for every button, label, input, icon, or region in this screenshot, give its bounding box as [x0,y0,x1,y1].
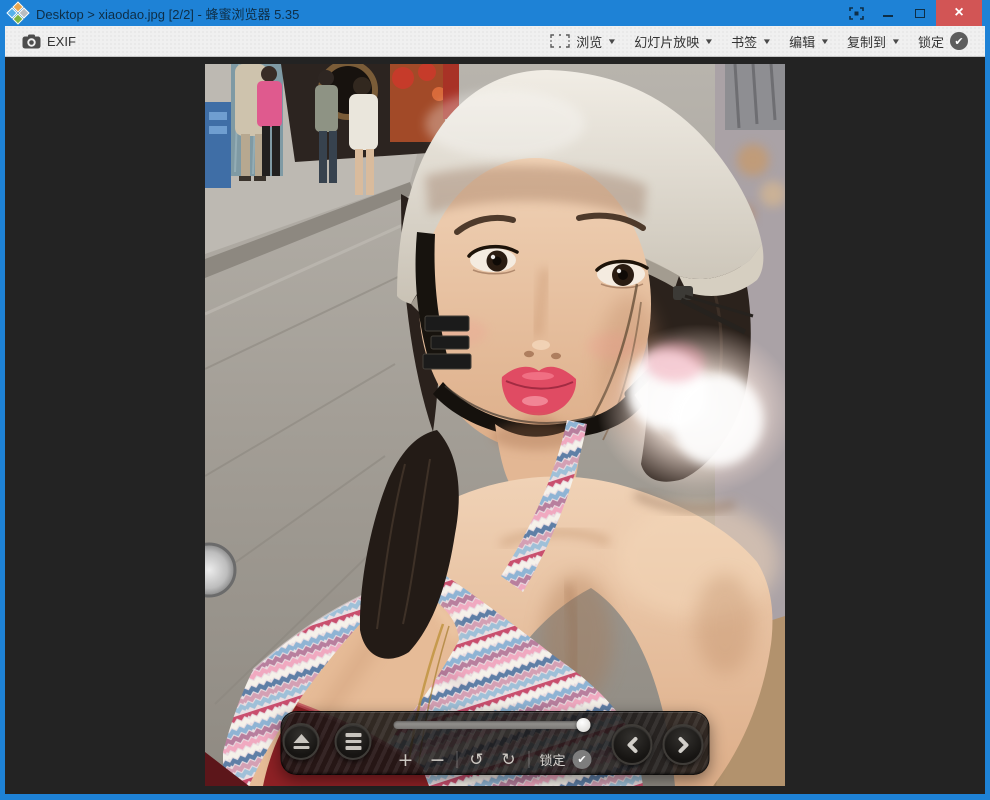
image-viewer-area: + − ↺ ↻ 锁定 ✔ [5,57,985,794]
open-file-button[interactable] [283,723,320,760]
menu-copy-to-label: 复制到 [847,32,886,51]
next-image-button[interactable] [663,724,704,765]
bar-lock-label: 锁定 [540,750,566,769]
maximize-icon [915,9,925,18]
menu-edit-label: 编辑 [789,32,815,51]
main-menu-button[interactable] [335,723,372,760]
check-icon: ✔ [573,750,592,769]
titlebar[interactable]: Desktop > xiaodao.jpg [2/2] - 蜂蜜浏览器 5.35… [0,0,990,26]
menu-browse[interactable]: 浏览 ▼ [543,29,623,54]
window-frame: EXIF 浏览 ▼ 幻灯片放映 ▼ 书签 ▼ [0,26,990,800]
app-window: Desktop > xiaodao.jpg [2/2] - 蜂蜜浏览器 5.35… [0,0,990,800]
window-title: Desktop > xiaodao.jpg [2/2] - 蜂蜜浏览器 5.35 [36,4,832,23]
caret-down-icon: ▼ [607,37,617,46]
toolbar: EXIF 浏览 ▼ 幻灯片放映 ▼ 书签 ▼ [5,26,985,57]
photo-image [205,64,785,786]
divider [457,751,458,768]
fullscreen-button[interactable] [840,0,872,26]
toolbar-lock-toggle[interactable]: 锁定 ✔ [911,29,975,54]
caret-down-icon: ▼ [820,37,830,46]
menu-slideshow[interactable]: 幻灯片放映 ▼ [627,29,720,54]
zoom-slider-track[interactable] [394,721,590,729]
check-icon: ✔ [950,32,968,50]
zoom-slider-thumb[interactable] [577,718,591,732]
rotate-cw-button[interactable]: ↻ [497,749,521,771]
exif-button[interactable]: EXIF [15,31,83,52]
viewport-icon [550,34,570,48]
app-logo-icon [8,3,28,23]
menu-browse-label: 浏览 [576,32,602,51]
toolbar-lock-label: 锁定 [918,32,944,51]
close-button[interactable]: × [936,0,982,26]
hamburger-menu-icon [345,733,361,750]
photo-xiaodao[interactable] [205,64,785,786]
divider [529,751,530,768]
minimize-button[interactable] [872,0,904,26]
window-controls: × [840,0,990,26]
zoom-out-button[interactable]: − [426,749,450,771]
menu-slideshow-label: 幻灯片放映 [634,32,699,51]
rotate-ccw-button[interactable]: ↺ [465,749,489,771]
menu-bookmarks[interactable]: 书签 ▼ [724,29,778,54]
chevron-left-icon [624,736,640,754]
maximize-button[interactable] [904,0,936,26]
caret-down-icon: ▼ [762,37,772,46]
previous-image-button[interactable] [612,724,653,765]
minimize-icon [883,15,893,17]
caret-down-icon: ▼ [891,37,901,46]
floating-control-bar: + − ↺ ↻ 锁定 ✔ [281,711,710,775]
zoom-in-button[interactable]: + [394,749,418,771]
close-icon: × [954,5,963,21]
eject-icon [293,734,309,743]
caret-down-icon: ▼ [704,37,714,46]
menu-edit[interactable]: 编辑 ▼ [782,29,836,54]
exif-label: EXIF [47,34,76,49]
menu-bookmarks-label: 书签 [731,32,757,51]
fullscreen-icon [849,7,864,20]
menu-copy-to[interactable]: 复制到 ▼ [840,29,907,54]
camera-icon [22,34,41,49]
bar-lock-toggle[interactable]: 锁定 ✔ [540,750,592,769]
zoom-slider[interactable] [394,721,590,735]
chevron-right-icon [675,736,691,754]
